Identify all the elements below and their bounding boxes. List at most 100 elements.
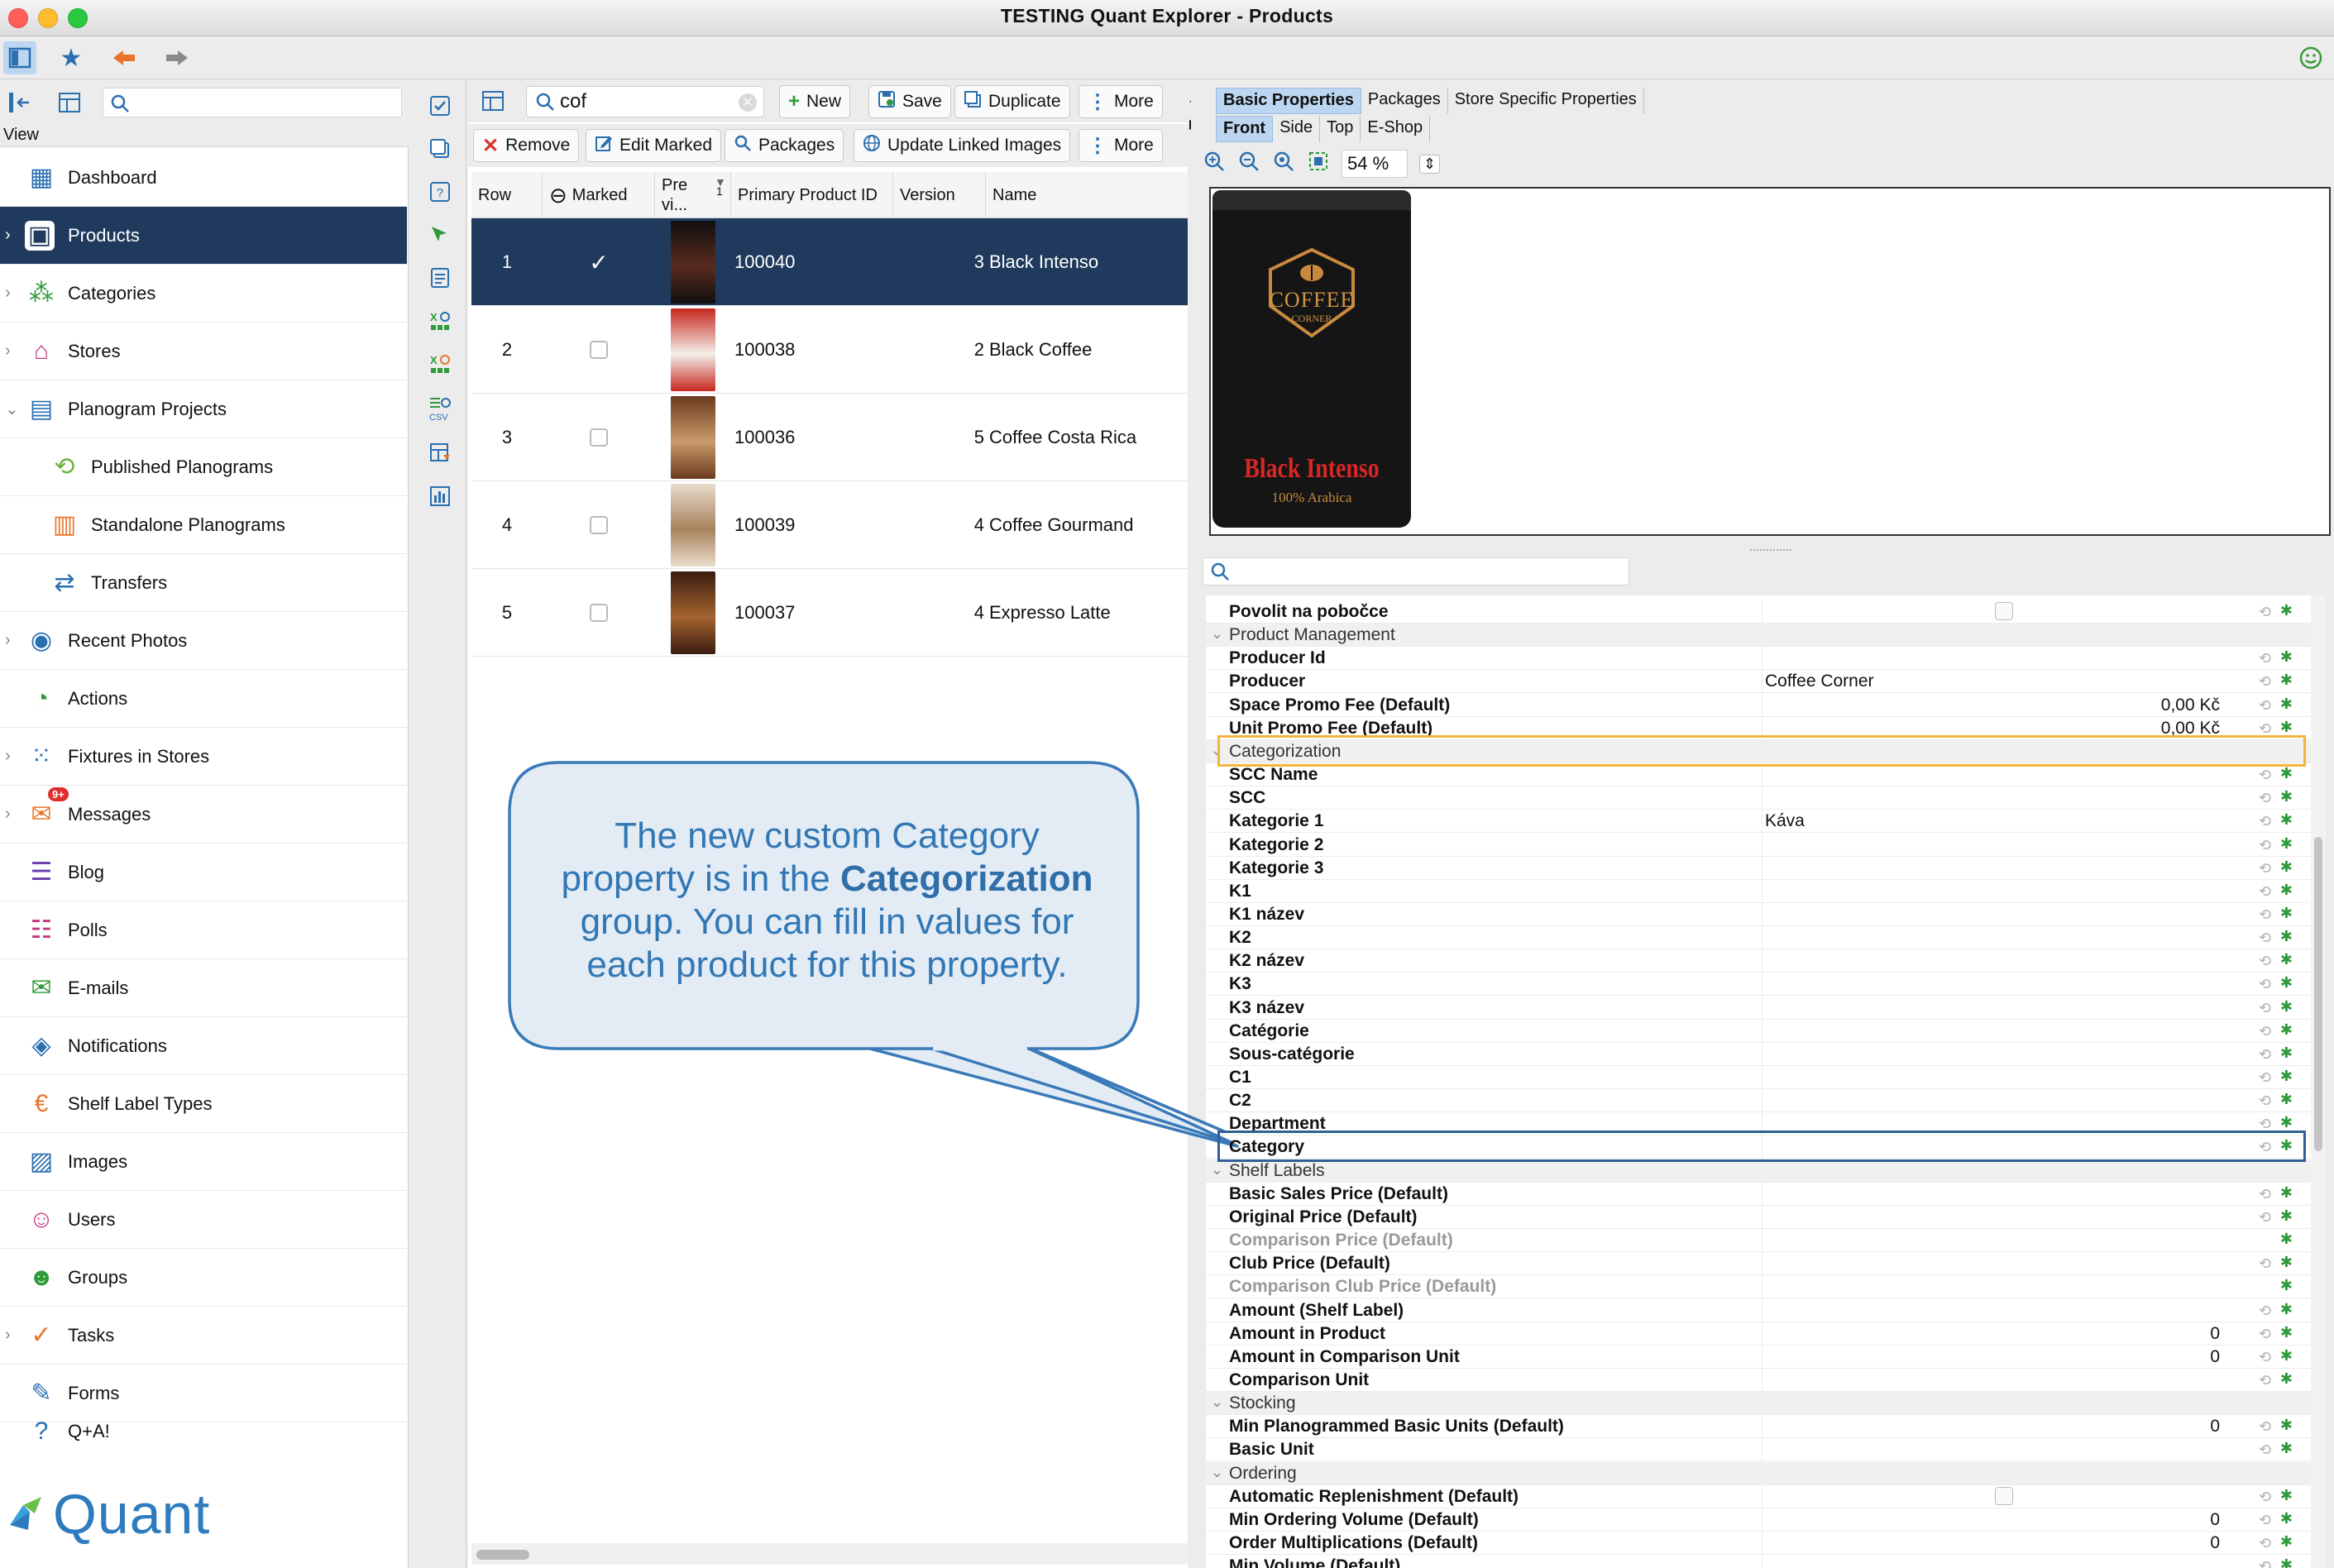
tab-side[interactable]: Side [1273, 116, 1321, 142]
inherit-pin-icon[interactable]: ✱ [2280, 1417, 2293, 1434]
reset-default-icon[interactable]: ⟲ [2259, 1255, 2271, 1273]
sidebar-item-published-planograms[interactable]: ⟲ Published Planograms [0, 438, 407, 496]
product-search-input[interactable]: cof ✕ [526, 86, 764, 117]
reset-default-icon[interactable]: ⟲ [2259, 883, 2271, 901]
table-row[interactable]: 5 100037 4 Expresso Latte [471, 569, 1188, 657]
column-version[interactable]: Version [893, 172, 986, 218]
fit-to-window-icon[interactable] [1307, 150, 1330, 179]
property-row[interactable]: Basic Unit ⟲ ✱ [1206, 1438, 2311, 1462]
sidebar-item-categories[interactable]: › ⁂ Categories [0, 265, 407, 323]
sidebar-item-messages[interactable]: › ✉ 9+ Messages [0, 786, 407, 844]
sidebar-item-shelf-label-types[interactable]: € Shelf Label Types [0, 1075, 407, 1133]
forward-arrow-icon[interactable] [160, 41, 194, 74]
inherit-pin-icon[interactable]: ✱ [2280, 1114, 2293, 1131]
inherit-pin-icon[interactable]: ✱ [2280, 1231, 2293, 1248]
reset-default-icon[interactable]: ⟲ [2259, 1023, 2271, 1040]
reset-default-icon[interactable]: ⟲ [2259, 650, 2271, 667]
chevron-down-icon[interactable]: ⌄ [1211, 1464, 1223, 1481]
inherit-pin-icon[interactable]: ✱ [2280, 905, 2293, 922]
sidebar-item-planogram-projects[interactable]: ⌄ ▤ Planogram Projects [0, 380, 407, 438]
inherit-pin-icon[interactable]: ✱ [2280, 882, 2293, 899]
property-row[interactable]: Producer Coffee Corner ⟲ ✱ [1206, 670, 2311, 694]
property-row[interactable]: Sous-catégorie ⟲ ✱ [1206, 1042, 2311, 1066]
reset-default-icon[interactable]: ⟲ [2259, 1512, 2271, 1529]
inherit-pin-icon[interactable]: ✱ [2280, 788, 2293, 806]
table-row[interactable]: 2 100038 2 Black Coffee [471, 306, 1188, 394]
property-row[interactable]: Amount in Product 0 ⟲ ✱ [1206, 1322, 2311, 1346]
inherit-pin-icon[interactable]: ✱ [2280, 1533, 2293, 1551]
tab-packages[interactable]: Packages [1361, 88, 1448, 114]
property-row[interactable]: SCC Name ⟲ ✱ [1206, 763, 2311, 787]
property-row[interactable]: Comparison Price (Default) ✱ [1206, 1229, 2311, 1253]
more-button-top[interactable]: ⋮ More [1079, 85, 1163, 118]
reset-default-icon[interactable]: ⟲ [2259, 604, 2271, 621]
inherit-pin-icon[interactable]: ✱ [2280, 1068, 2293, 1085]
property-row[interactable]: K1 název ⟲ ✱ [1206, 902, 2311, 926]
property-row[interactable]: Min Planogrammed Basic Units (Default) 0 ⟲… [1206, 1415, 2311, 1439]
property-row[interactable]: C2 ⟲ ✱ [1206, 1089, 2311, 1113]
scrollbar-thumb[interactable] [476, 1550, 529, 1560]
property-row[interactable]: K3 název ⟲ ✱ [1206, 996, 2311, 1020]
property-row[interactable]: Original Price (Default) ⟲ ✱ [1206, 1205, 2311, 1229]
inherit-pin-icon[interactable]: ✱ [2280, 1207, 2293, 1225]
mark-all-icon[interactable] [423, 89, 457, 122]
property-row[interactable]: Kategorie 2 ⟲ ✱ [1206, 833, 2311, 857]
sidebar-item-fixtures-in-stores[interactable]: › ⁙ Fixtures in Stores [0, 728, 407, 786]
property-row[interactable]: Club Price (Default) ⟲ ✱ [1206, 1252, 2311, 1276]
sidebar-item-stores[interactable]: › ⌂ Stores [0, 323, 407, 380]
reset-default-icon[interactable]: ⟲ [2259, 837, 2271, 854]
inherit-pin-icon[interactable]: ✱ [2280, 602, 2293, 619]
property-row[interactable]: Producer Id ⟲ ✱ [1206, 647, 2311, 671]
chevron-down-icon[interactable]: ⌄ [5, 399, 19, 419]
chevron-right-icon[interactable]: › [5, 631, 11, 650]
sidebar-item-tasks[interactable]: › ✓ Tasks [0, 1307, 407, 1365]
table-row[interactable]: 1 ✓ 100040 3 Black Intenso [471, 218, 1188, 306]
reset-default-icon[interactable]: ⟲ [2259, 1441, 2271, 1459]
inherit-pin-icon[interactable]: ✱ [2280, 1487, 2293, 1504]
update-linked-images-button[interactable]: Update Linked Images [854, 129, 1071, 162]
sidebar-item-polls[interactable]: ☷ Polls [0, 901, 407, 959]
reset-default-icon[interactable]: ⟲ [2259, 1092, 2271, 1110]
sidebar-search-input[interactable] [103, 88, 402, 117]
column-primary-product-id[interactable]: Primary Product ID [731, 172, 893, 218]
inherit-pin-icon[interactable]: ✱ [2280, 1137, 2293, 1154]
property-group-header[interactable]: ⌄ Stocking [1206, 1392, 2311, 1416]
checkbox-checked[interactable]: ✓ [589, 250, 608, 275]
sidebar-item-users[interactable]: ☺ Users [0, 1191, 407, 1249]
back-arrow-icon[interactable] [108, 41, 141, 74]
property-value[interactable]: Káva [1765, 811, 1805, 831]
property-row[interactable]: C1 ⟲ ✱ [1206, 1066, 2311, 1089]
copy-icon[interactable] [423, 132, 457, 165]
property-row[interactable]: Min Ordering Volume (Default) 0 ⟲ ✱ [1206, 1508, 2311, 1532]
inherit-pin-icon[interactable]: ✱ [2280, 1510, 2293, 1527]
inherit-pin-icon[interactable]: ✱ [2280, 1277, 2293, 1294]
inherit-pin-icon[interactable]: ✱ [2280, 811, 2293, 829]
inherit-pin-icon[interactable]: ✱ [2280, 998, 2293, 1016]
splitter-handle[interactable] [1750, 549, 1791, 552]
reset-default-icon[interactable]: ⟲ [2259, 767, 2271, 784]
property-numeric-value[interactable]: 0,00 Kč [2161, 719, 2220, 739]
reset-default-icon[interactable]: ⟲ [2259, 1139, 2271, 1156]
property-row[interactable]: Kategorie 3 ⟲ ✱ [1206, 856, 2311, 880]
reset-default-icon[interactable]: ⟲ [2259, 1069, 2271, 1087]
property-row[interactable]: Amount in Comparison Unit 0 ⟲ ✱ [1206, 1345, 2311, 1369]
sidebar-item-images[interactable]: ▨ Images [0, 1133, 407, 1191]
property-row[interactable]: K3 ⟲ ✱ [1206, 973, 2311, 997]
cell-marked[interactable]: ✓ [543, 218, 655, 306]
zoom-in-icon[interactable] [1203, 150, 1226, 179]
property-row[interactable]: Povolit na pobočce ⟲ ✱ [1206, 600, 2311, 624]
sidebar-item-transfers[interactable]: ⇄ Transfers [0, 554, 407, 612]
cell-marked[interactable] [543, 481, 655, 569]
inherit-pin-icon[interactable]: ✱ [2280, 1347, 2293, 1365]
property-row[interactable]: K2 název ⟲ ✱ [1206, 949, 2311, 973]
zoom-stepper-icon[interactable]: ⇕ [1419, 154, 1441, 174]
property-group-header[interactable]: ⌄ Product Management [1206, 624, 2311, 648]
save-button[interactable]: Save [868, 85, 951, 118]
column-preview[interactable]: Pre vi... 1 ▼ [655, 172, 731, 218]
property-checkbox[interactable] [1995, 602, 2013, 620]
property-row[interactable]: Comparison Club Price (Default) ✱ [1206, 1275, 2311, 1299]
inherit-pin-icon[interactable]: ✱ [2280, 974, 2293, 992]
sidebar-toggle-icon[interactable] [3, 41, 36, 74]
inherit-pin-icon[interactable]: ✱ [2280, 928, 2293, 945]
excel-import-icon[interactable]: X [423, 349, 457, 382]
